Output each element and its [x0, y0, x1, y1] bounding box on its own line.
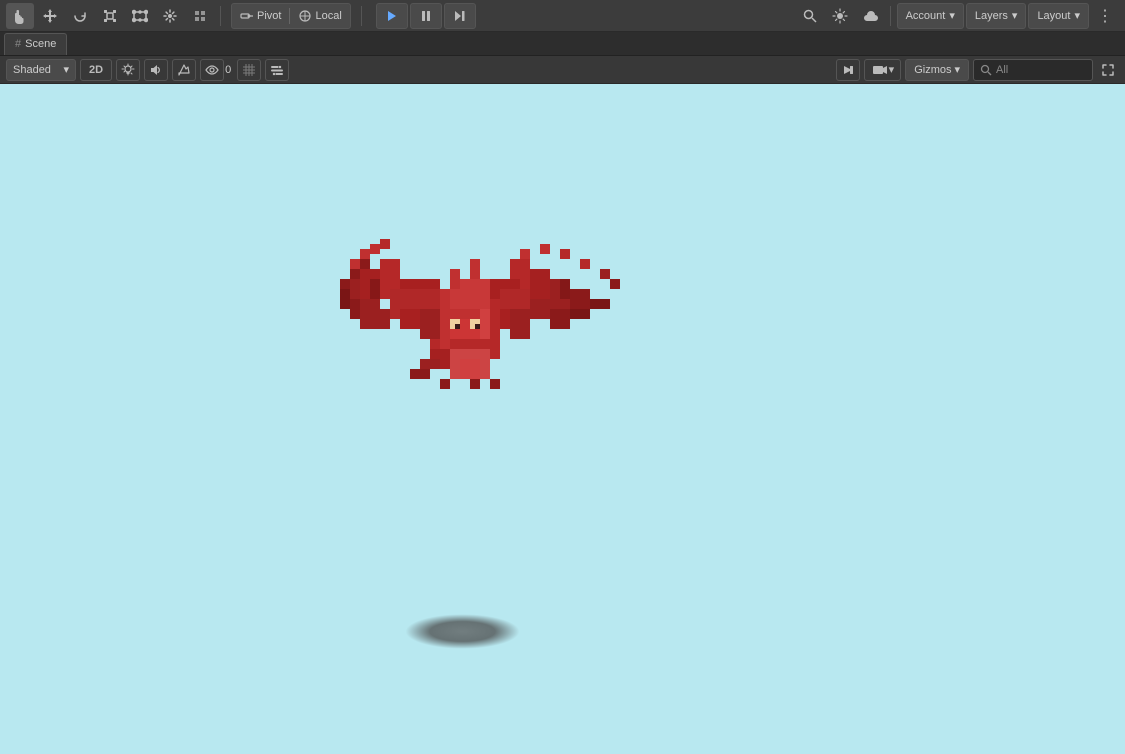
dragon-svg — [340, 239, 630, 489]
dragon-shadow — [405, 614, 520, 649]
layers-dropdown[interactable]: Layers ▾ — [966, 3, 1027, 29]
scene-search-field: All — [973, 59, 1093, 81]
scene-tab-hash: # — [15, 38, 21, 50]
dragon-sprite — [340, 239, 630, 492]
scene-settings-button[interactable] — [265, 59, 289, 81]
cloud-button[interactable] — [856, 3, 884, 29]
viewport-expand-button[interactable] — [1097, 59, 1119, 81]
layout-label: Layout — [1037, 10, 1070, 22]
account-chevron: ▾ — [949, 9, 955, 22]
scene-tab-bar: # Scene — [0, 32, 1125, 56]
2d-label: 2D — [89, 64, 103, 76]
search-all-label: All — [996, 64, 1008, 76]
main-toolbar: Pivot Local — [0, 0, 1125, 32]
layout-chevron: ▾ — [1074, 9, 1080, 22]
visibility-toggle[interactable] — [200, 59, 224, 81]
camera-chevron: ▾ — [889, 63, 895, 76]
scene-control-bar: Shaded ▾ 2D 0 — [0, 56, 1125, 84]
visibility-count: 0 — [225, 64, 233, 76]
gizmos-chevron: ▾ — [954, 63, 960, 76]
effects-button[interactable] — [826, 3, 854, 29]
rect-transform-tool-button[interactable] — [126, 3, 154, 29]
toolbar-separator-1 — [220, 6, 221, 26]
visibility-group: 0 — [200, 59, 233, 81]
account-dropdown[interactable]: Account ▾ — [897, 3, 964, 29]
pivot-local-group: Pivot Local — [231, 3, 351, 29]
local-button[interactable]: Local — [290, 4, 349, 28]
play-controls — [376, 3, 476, 29]
shading-chevron: ▾ — [63, 63, 69, 76]
camera-group: ▾ — [864, 59, 902, 81]
pivot-label: Pivot — [257, 10, 281, 22]
fx-toggle[interactable] — [172, 59, 196, 81]
toolbar-separator-2 — [361, 6, 362, 26]
more-menu-button[interactable]: ⋮ — [1091, 3, 1119, 29]
shading-label: Shaded — [13, 64, 51, 76]
account-label: Account — [906, 10, 946, 22]
scene-viewport — [0, 84, 1125, 754]
layers-label: Layers — [975, 10, 1008, 22]
light-toggle[interactable] — [116, 59, 140, 81]
custom-tool-button[interactable] — [186, 3, 214, 29]
layers-chevron: ▾ — [1012, 9, 1018, 22]
grid-settings-button[interactable] — [237, 59, 261, 81]
local-label: Local — [315, 10, 341, 22]
pause-button[interactable] — [410, 3, 442, 29]
search-button[interactable] — [796, 3, 824, 29]
shading-dropdown[interactable]: Shaded ▾ — [6, 59, 76, 81]
move-tool-button[interactable] — [36, 3, 64, 29]
scene-tab[interactable]: # Scene — [4, 33, 67, 55]
hand-tool-button[interactable] — [6, 3, 34, 29]
scale-tool-button[interactable] — [96, 3, 124, 29]
scene-search-icon — [980, 64, 992, 76]
transform-tool-button[interactable] — [156, 3, 184, 29]
camera-dropdown[interactable]: ▾ — [864, 59, 902, 81]
gizmos-label: Gizmos — [914, 64, 951, 76]
transform-tools-right[interactable] — [836, 59, 860, 81]
audio-toggle[interactable] — [144, 59, 168, 81]
step-button[interactable] — [444, 3, 476, 29]
toolbar-separator-3 — [890, 6, 891, 26]
play-button[interactable] — [376, 3, 408, 29]
scene-tab-label: Scene — [25, 38, 56, 50]
layout-dropdown[interactable]: Layout ▾ — [1028, 3, 1089, 29]
gizmos-dropdown[interactable]: Gizmos ▾ — [905, 59, 969, 81]
2d-toggle[interactable]: 2D — [80, 59, 112, 81]
rotate-tool-button[interactable] — [66, 3, 94, 29]
pivot-button[interactable]: Pivot — [232, 4, 289, 28]
